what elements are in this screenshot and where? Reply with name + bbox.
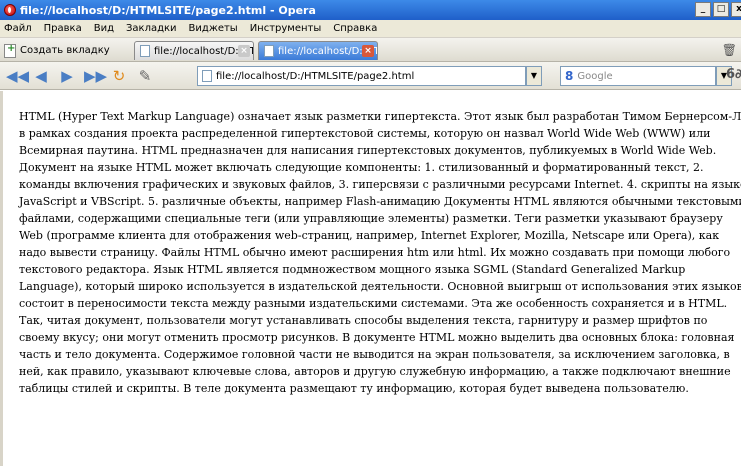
forward-icon[interactable]: ▶ xyxy=(58,67,76,85)
tab-page-2[interactable]: file://localhost/D:/HTMLS... × xyxy=(258,41,378,60)
menu-view[interactable]: Вид xyxy=(94,23,114,34)
menu-help[interactable]: Справка xyxy=(333,23,377,34)
opera-logo-icon xyxy=(4,4,16,16)
page-icon xyxy=(202,70,212,82)
reload-icon[interactable]: ↻ xyxy=(110,67,128,85)
maximize-button[interactable]: □ xyxy=(713,2,729,17)
page-icon xyxy=(264,45,274,57)
menu-edit[interactable]: Правка xyxy=(44,23,82,34)
window-controls: _ □ x xyxy=(695,2,741,17)
menu-widgets[interactable]: Виджеты xyxy=(189,23,238,34)
page-content: HTML (Hyper Text Markup Language) означа… xyxy=(0,91,741,466)
new-tab-label: Создать вкладку xyxy=(20,45,110,56)
menu-bookmarks[interactable]: Закладки xyxy=(126,23,177,34)
address-dropdown-icon[interactable]: ▼ xyxy=(526,66,542,86)
menu-bar: Файл Правка Вид Закладки Виджеты Инструм… xyxy=(0,20,741,38)
close-tab-icon[interactable]: × xyxy=(362,45,374,57)
article-text: HTML (Hyper Text Markup Language) означа… xyxy=(19,110,741,395)
rewind-icon[interactable]: ◀◀ xyxy=(6,67,29,85)
menu-file[interactable]: Файл xyxy=(4,23,32,34)
zoom-icon[interactable]: 6∂ xyxy=(726,67,741,82)
new-tab-button[interactable]: Создать вкладку xyxy=(4,42,110,59)
minimize-button[interactable]: _ xyxy=(695,2,711,17)
title-bar: file://localhost/D:/HTMLSITE/page2.html … xyxy=(0,0,741,20)
trash-icon[interactable]: 🗑 xyxy=(722,43,737,57)
google-logo-icon: 8 xyxy=(565,69,574,83)
new-tab-icon xyxy=(4,43,16,58)
close-window-button[interactable]: x xyxy=(731,2,741,17)
tab-page-1[interactable]: file://localhost/D:/HTMLS... × xyxy=(134,41,254,60)
address-bar[interactable]: file://localhost/D:/HTMLSITE/page2.html xyxy=(197,66,526,86)
close-tab-icon[interactable]: × xyxy=(238,45,250,57)
tab-bar: Создать вкладку file://localhost/D:/HTML… xyxy=(0,38,741,62)
address-text: file://localhost/D:/HTMLSITE/page2.html xyxy=(216,70,415,82)
search-placeholder: Google xyxy=(577,70,613,82)
fast-forward-icon[interactable]: ▶▶ xyxy=(84,67,107,85)
menu-tools[interactable]: Инструменты xyxy=(250,23,322,34)
window-title: file://localhost/D:/HTMLSITE/page2.html … xyxy=(20,3,316,17)
search-field[interactable]: 8 Google xyxy=(560,66,716,86)
navigation-toolbar: ◀◀ ◀ ▶ ▶▶ ↻ ✎ file://localhost/D:/HTMLSI… xyxy=(0,62,741,90)
page-icon xyxy=(140,45,150,57)
back-icon[interactable]: ◀ xyxy=(32,67,50,85)
edit-icon[interactable]: ✎ xyxy=(136,67,154,85)
